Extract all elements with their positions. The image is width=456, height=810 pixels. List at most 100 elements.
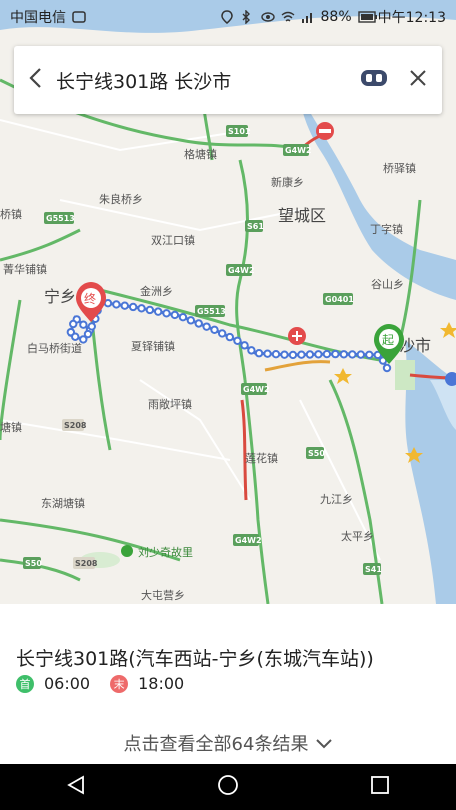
route-times: 首 06:00 末 18:00 [16,674,194,693]
route-stop[interactable] [348,350,357,359]
place-wangcheng: 望城区 [278,206,326,225]
place-tang: 塘镇 [0,420,22,434]
shield-s50-b: S50 [25,559,42,568]
carrier-label: 中国电信 [10,10,66,26]
place-qiaotou: 桥镇 [0,207,22,221]
route-stop[interactable] [202,322,211,331]
start-marker-label: 起 [382,333,394,347]
route-stop[interactable] [79,320,88,329]
eye-icon [260,10,275,24]
nav-back-button[interactable] [46,764,106,810]
shield-s208-b: S208 [75,559,98,568]
route-stop[interactable] [280,350,289,359]
circle-home-icon [217,774,239,800]
shield-s101: S101 [228,127,251,136]
route-stop[interactable] [87,322,96,331]
route-stop[interactable] [112,300,121,309]
shield-s208: S208 [64,421,87,430]
wifi-icon [281,10,295,24]
route-stop[interactable] [271,349,281,359]
place-yuchangping: 雨敞坪镇 [148,397,192,411]
bluetooth-icon [241,9,255,25]
route-stop[interactable] [217,329,227,338]
route-stop[interactable] [297,350,306,359]
route-stop[interactable] [178,312,188,322]
system-nav-bar [0,764,456,810]
route-stop[interactable] [225,332,235,342]
chevron-down-icon [316,733,333,754]
place-dadunying: 大屯营乡 [141,588,185,602]
end-marker-label: 终 [84,291,96,306]
nav-home-button[interactable] [198,764,258,810]
route-stop[interactable] [288,350,298,360]
route-stop[interactable] [194,319,203,328]
place-xinkang: 新康乡 [271,175,304,189]
route-stop[interactable] [162,309,171,318]
place-lianhua: 莲花镇 [245,451,278,465]
square-recents-icon [370,775,390,799]
close-icon [409,69,427,91]
route-stop[interactable] [186,316,196,325]
nav-recents-button[interactable] [350,764,410,810]
place-qiaoyi: 桥驿镇 [383,161,416,175]
route-stop[interactable] [322,349,332,359]
route-stop[interactable] [153,307,163,316]
first-bus-time: 06:00 [44,674,91,693]
route-search-bar: 长宁线301路 长沙市 [14,46,442,114]
last-bus-badge: 末 [110,674,129,693]
route-stop[interactable] [137,304,146,313]
place-zhuliangqiao: 朱良桥乡 [99,192,143,206]
route-stop[interactable] [314,350,323,359]
back-button[interactable] [14,46,56,114]
route-stop[interactable] [128,302,138,312]
place-jingxiang: 菁华铺镇 [3,262,47,276]
shield-s50: S50 [308,449,325,458]
place-liushaoqi: 刘少奇故里 [138,545,193,559]
place-dingzi: 丁字镇 [370,222,403,236]
route-stop[interactable] [103,298,113,308]
shield-g4w2-a: G4W2 [285,146,312,155]
route-stop[interactable] [69,319,78,329]
route-stop[interactable] [263,349,272,358]
route-stop[interactable] [331,349,340,359]
route-stop[interactable] [305,350,315,359]
view-all-results-button[interactable]: 点击查看全部64条结果 [0,728,456,758]
route-stop[interactable] [233,336,242,345]
route-stop[interactable] [120,301,129,310]
route-stop[interactable] [365,350,374,359]
signal-icon [301,10,315,24]
place-jiujiang: 九江乡 [320,493,353,506]
place-ningxiang: 宁乡 [44,287,76,306]
place-donghutang: 东湖塘镇 [41,496,85,510]
route-stop[interactable] [210,325,219,334]
place-taiping: 太平乡 [341,530,374,543]
route-stop[interactable] [240,341,249,350]
route-stop[interactable] [339,350,349,359]
place-xiaduo: 夏铎铺镇 [131,339,175,353]
route-stop[interactable] [170,310,180,320]
notification-icon [72,10,86,24]
place-gaotang: 格塘镇 [184,147,217,161]
route-name: 长宁线301路(汽车西站-宁乡(东城汽车站)) [16,648,374,670]
place-shuangjiangkou: 双江口镇 [151,233,195,247]
route-stop[interactable] [254,349,264,358]
shield-g5513-b: G5513 [197,307,226,316]
shield-g4w2-d: G4W2 [235,536,262,545]
shield-g4w2-b: G4W2 [228,266,255,275]
shield-g4w2-c: G4W2 [243,385,270,394]
place-gushan: 谷山乡 [371,278,404,291]
bus-mode-button[interactable] [354,60,394,100]
last-bus-time: 18:00 [138,674,185,693]
route-stop[interactable] [71,332,80,341]
route-search-title[interactable]: 长宁线301路 长沙市 [56,67,354,94]
route-stop[interactable] [247,346,256,355]
close-button[interactable] [394,46,442,114]
route-stop[interactable] [382,363,392,373]
shield-g0401: G0401 [325,295,354,304]
place-baimaqiao: 白马桥街道 [27,341,82,355]
route-stop[interactable] [145,305,155,315]
route-stop[interactable] [356,350,366,359]
clock: 中午12:13 [377,10,446,26]
route-stop[interactable] [83,329,93,339]
bus-icon [360,67,388,93]
